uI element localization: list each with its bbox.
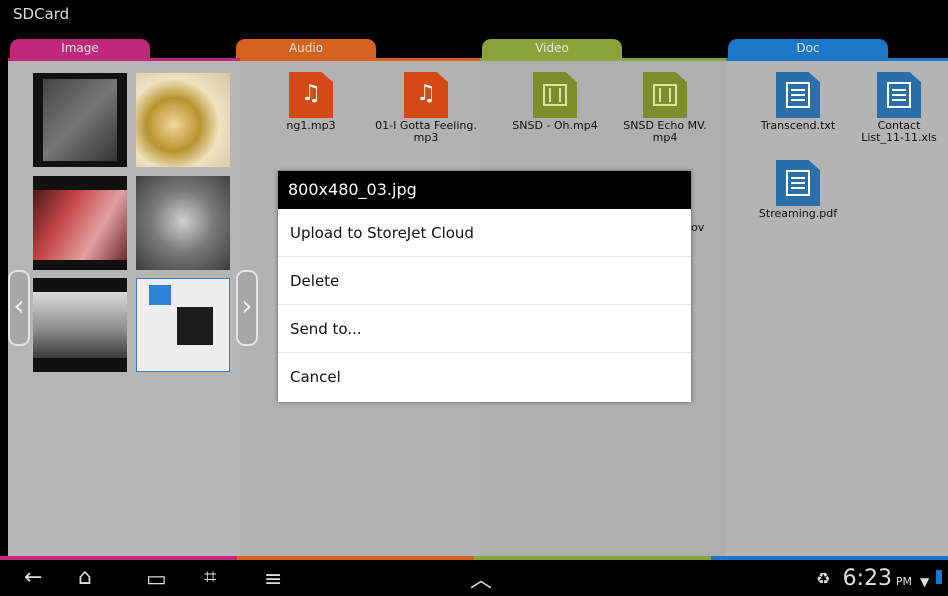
chevron-up-icon[interactable]: ︿ (470, 570, 492, 592)
send-to-option[interactable]: Send to... (278, 305, 691, 353)
screenshot-icon[interactable]: ⌗ (204, 567, 216, 589)
back-icon[interactable]: ← (24, 567, 42, 589)
title-bar: SDCard (0, 0, 948, 38)
recent-apps-icon[interactable]: ▭ (146, 569, 167, 591)
wifi-icon: ▼ (920, 575, 930, 589)
clock-ampm: PM (895, 575, 912, 588)
menu-icon[interactable]: ≡ (264, 569, 282, 591)
recycle-icon[interactable]: ♻ (816, 568, 830, 590)
battery-icon (936, 570, 942, 584)
delete-option[interactable]: Delete (278, 257, 691, 305)
home-icon[interactable]: ⌂ (78, 567, 92, 589)
clock: 6:23 (842, 566, 892, 591)
app-title: SDCard (13, 5, 70, 23)
cancel-option[interactable]: Cancel (278, 353, 691, 401)
dialog-title: 800x480_03.jpg (278, 171, 691, 209)
app-window: SDCard Image Audio Video Doc ‹ › ♫ ng1.m… (0, 0, 948, 596)
system-navigation-bar: ← ⌂ ▭ ⌗ ≡ ︿ ♻ 6:23 PM ▼ (0, 560, 948, 596)
context-menu-dialog: 800x480_03.jpg Upload to StoreJet Cloud … (278, 171, 691, 402)
upload-to-cloud-option[interactable]: Upload to StoreJet Cloud (278, 209, 691, 257)
